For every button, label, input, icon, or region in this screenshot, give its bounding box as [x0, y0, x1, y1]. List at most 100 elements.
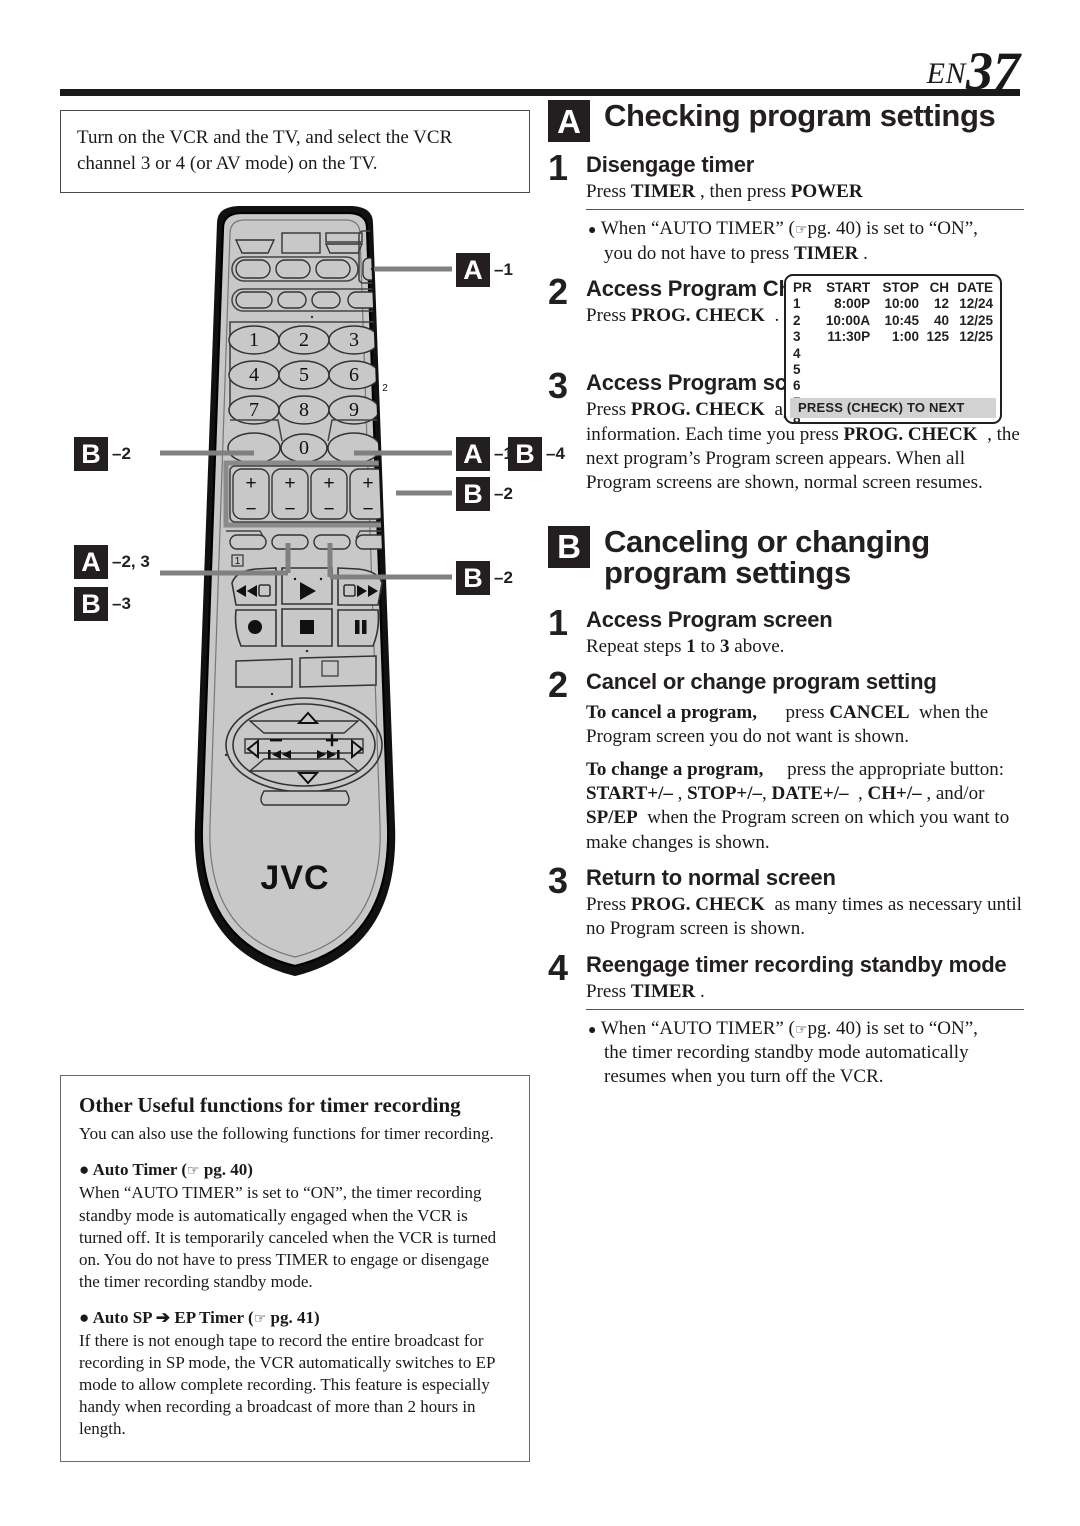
step-a2: 2 Access Program Check screen Press PROG…	[548, 270, 1024, 424]
minus-icon[interactable]: −	[323, 499, 334, 520]
osd-cell-pr: 1	[793, 296, 801, 312]
auto-timer-heading: ● Auto Timer (☞ pg. 40)	[79, 1159, 511, 1181]
callout-sub: –2, 3	[112, 552, 150, 572]
auto-timer-heading-pre: ● Auto Timer (	[79, 1160, 188, 1180]
header-locale: EN	[926, 57, 966, 90]
callout-letter: B	[456, 477, 490, 512]
section-a-badge: A	[548, 100, 590, 142]
callout-sub: –1	[494, 260, 513, 280]
pointing-hand-icon: ☞	[187, 1163, 200, 1180]
callout-letter: A	[456, 253, 490, 288]
section-b-header: B Canceling or changing program settings	[548, 523, 1024, 591]
callout-a1-mid: A –1	[456, 437, 513, 472]
keypad-key-9[interactable]: 9	[349, 399, 359, 421]
minus-icon[interactable]: −	[245, 499, 256, 520]
header-divider	[60, 89, 1020, 96]
step-title: Cancel or change program setting	[586, 669, 937, 695]
keypad-key-2[interactable]: 2	[299, 329, 309, 351]
manual-page: EN 3 7 Turn on the VCR and the TV, and sel…	[0, 0, 1080, 1526]
remote-marker-2: 2	[382, 383, 388, 394]
step-text: Repeat steps 1 to 3 above.	[586, 635, 785, 657]
program-check-screen: PR START STOP CH DATE 1 8:00P 10:00 12 1…	[784, 273, 1002, 424]
cancel-program-lead: To cancel a program,	[586, 702, 757, 724]
step-number: 1	[548, 147, 569, 188]
callout-sub: –2	[112, 444, 131, 464]
auto-sp-ep-heading: ● Auto SP ➔ EP Timer (☞ pg. 41)	[79, 1307, 511, 1329]
right-column: A Checking program settings 1 Disengage …	[548, 100, 1024, 1090]
osd-cell-pr: 6	[793, 378, 801, 394]
osd-cell-ch: 40	[934, 312, 950, 328]
step-a1: 1 Disengage timer Press TIMER , then pre…	[548, 147, 1024, 266]
callout-letter: B	[74, 437, 108, 472]
callout-a23: A –2, 3	[74, 545, 150, 580]
callout-a1-top: A –1	[456, 253, 513, 288]
keypad-key-1[interactable]: 1	[249, 329, 259, 351]
callout-sub: –2	[494, 568, 513, 588]
keypad-key-7[interactable]: 7	[249, 399, 259, 421]
callout-letter: A	[456, 437, 490, 472]
osd-cell-date: 12/24	[959, 296, 993, 312]
osd-panel: PR START STOP CH DATE 1 8:00P 10:00 12 1…	[784, 273, 1002, 424]
remote-marker-1: 1	[235, 556, 241, 567]
osd-cell-pr: 2	[793, 312, 801, 328]
auto-timer-body: When “AUTO TIMER” is set to “ON”, the ti…	[79, 1183, 497, 1291]
auto-sp-ep-body: If there is not enough tape to record th…	[79, 1331, 495, 1439]
osd-cell-ch: 125	[926, 329, 950, 345]
callout-b2-right-lower: B –2	[456, 561, 513, 596]
osd-col-stop: STOP	[882, 279, 919, 295]
plus-icon[interactable]: +	[362, 473, 373, 494]
step-text: Press TIMER , then press POWER	[586, 181, 863, 202]
intro-instruction-box: Turn on the VCR and the TV, and select t…	[60, 110, 530, 194]
osd-cell-start: 10:00A	[825, 312, 871, 328]
step-note: ● When “AUTO TIMER” (☞pg. 40) is set to …	[588, 1017, 978, 1088]
callout-b3: B –3	[74, 587, 131, 622]
step-number: 4	[548, 946, 569, 988]
keypad-key-0[interactable]: 0	[299, 437, 309, 459]
callout-sub: –3	[112, 594, 131, 614]
osd-cell-stop: 10:45	[884, 312, 919, 328]
osd-col-pr: PR	[793, 279, 812, 295]
step-b4: 4 Reengage timer recording standby mode …	[548, 946, 1024, 1090]
osd-cell-ch: 12	[934, 296, 950, 312]
auto-sp-ep-heading-pre: ● Auto SP ➔ EP Timer (	[79, 1307, 254, 1327]
step-b2: 2 Cancel or change program setting To ca…	[548, 664, 1024, 855]
keypad-key-4[interactable]: 4	[249, 364, 259, 386]
callout-letter: B	[456, 561, 490, 596]
plus-icon[interactable]: +	[323, 473, 334, 494]
osd-cell-date: 12/25	[959, 329, 993, 345]
keypad-key-8[interactable]: 8	[299, 399, 309, 421]
osd-row: 1 8:00P 10:00 12 12/24	[793, 296, 993, 312]
osd-row: 4	[793, 346, 993, 362]
keypad-key-3[interactable]: 3	[349, 329, 359, 351]
step-title: Disengage timer	[586, 152, 755, 177]
auto-timer-heading-post: pg. 40)	[199, 1160, 253, 1180]
step-number: 3	[548, 365, 569, 407]
section-b-title: Canceling or changing program settings	[604, 523, 930, 591]
keypad-key-5[interactable]: 5	[299, 364, 309, 386]
auto-sp-ep-heading-post: pg. 41)	[266, 1307, 320, 1327]
cancel-program-paragraph: To cancel a program, press CANCEL when t…	[586, 702, 989, 748]
keypad-key-6[interactable]: 6	[349, 364, 359, 386]
callout-b2-right-upper: B –2	[456, 477, 513, 512]
callout-letter: B	[74, 587, 108, 622]
step-title: Return to normal screen	[586, 864, 836, 890]
osd-row: 3 11:30P 1:00 125 12/25	[793, 329, 993, 345]
minus-icon[interactable]: −	[362, 499, 373, 520]
step-number: 2	[548, 270, 569, 312]
minus-icon[interactable]: −	[284, 499, 295, 520]
osd-cell-pr: 3	[793, 329, 801, 345]
osd-cell-start: 8:00P	[834, 296, 871, 312]
osd-footer-bar: PRESS (CHECK) TO NEXT	[790, 397, 996, 418]
plus-icon[interactable]: +	[245, 473, 256, 494]
change-program-lead: To change a program,	[586, 758, 764, 780]
step-b3: 3 Return to normal screen Press PROG. CH…	[548, 862, 1024, 942]
plus-icon[interactable]: +	[284, 473, 295, 494]
callout-sub: –2	[494, 484, 513, 504]
callout-letter: A	[74, 545, 108, 580]
remote-illustration: JVC 1 2 3 4 5 6 7 8 9 0 + − + − + − + −1 2 A –1	[60, 205, 565, 1035]
osd-cell-date: 12/25	[959, 312, 993, 328]
step-number: 2	[548, 664, 569, 706]
intro-text: Turn on the VCR and the TV, and select t…	[77, 127, 453, 174]
other-useful-functions-box: Other Useful functions for timer recordi…	[60, 1075, 530, 1462]
osd-col-ch: CH	[929, 279, 950, 295]
